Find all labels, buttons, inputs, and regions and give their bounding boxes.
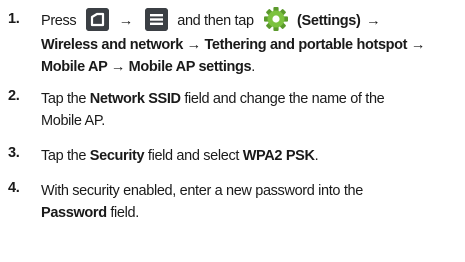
step-1-path-line-3: Mobile AP → Mobile AP settings bbox=[41, 59, 252, 75]
step-4-bold: Password bbox=[41, 205, 107, 221]
step-1-arrow-1: → bbox=[118, 12, 134, 29]
instruction-page: 1. Press → and then tap (Settings) → Wir… bbox=[0, 0, 465, 262]
step-2-bold: Network SSID bbox=[89, 91, 181, 107]
step-4-line-1-text: With security enabled, enter a new passw… bbox=[41, 183, 363, 199]
menu-key-icon bbox=[144, 7, 168, 31]
step-3-bold-1: Security bbox=[89, 148, 145, 164]
step-1-settings-label: Settings bbox=[301, 12, 357, 29]
step-4-text: With security enabled, enter a new passw… bbox=[41, 180, 461, 224]
step-2: 2. Tap the Network SSID field and change… bbox=[8, 88, 461, 132]
step-1-line-2: Wireless and network → Tethering and por… bbox=[41, 34, 461, 56]
step-4-line-2: Password field. bbox=[41, 202, 461, 224]
step-1: 1. Press → and then tap (Settings) → Wir… bbox=[8, 6, 461, 78]
step-number: 1. bbox=[8, 11, 20, 27]
step-1-line-1: Press → and then tap (Settings) → bbox=[41, 6, 461, 34]
step-2-pre: Tap the bbox=[41, 91, 90, 107]
step-number: 2. bbox=[8, 88, 20, 104]
step-3-text: Tap the Security field and select WPA2 P… bbox=[41, 145, 461, 167]
step-3: 3. Tap the Security field and select WPA… bbox=[8, 145, 461, 167]
step-number: 4. bbox=[8, 180, 20, 196]
step-1-settings-paren-close: ) bbox=[355, 12, 361, 29]
step-2-line-2: Mobile AP. bbox=[41, 110, 461, 132]
step-2-line-1: Tap the Network SSID field and change th… bbox=[41, 88, 461, 110]
step-3-pre: Tap the bbox=[41, 148, 90, 164]
step-1-path-line-2: Wireless and network → Tethering and por… bbox=[41, 37, 425, 53]
step-2-text: Tap the Network SSID field and change th… bbox=[41, 88, 461, 132]
step-number: 3. bbox=[8, 145, 20, 161]
home-key-icon bbox=[86, 7, 110, 31]
step-4-post: field. bbox=[106, 205, 139, 221]
settings-gear-icon bbox=[263, 6, 289, 32]
step-1-then-tap: and then tap bbox=[177, 12, 254, 29]
step-1-press: Press bbox=[41, 12, 77, 29]
step-3-mid: field and select bbox=[144, 148, 243, 164]
step-4: 4. With security enabled, enter a new pa… bbox=[8, 180, 461, 224]
step-4-line-1: With security enabled, enter a new passw… bbox=[41, 180, 461, 202]
step-3-post: . bbox=[314, 148, 319, 164]
step-1-period: . bbox=[251, 59, 255, 75]
step-1-line-3: Mobile AP → Mobile AP settings. bbox=[41, 56, 461, 78]
step-2-post-1: field and change the name of the bbox=[180, 91, 385, 107]
step-1-text: Press → and then tap (Settings) → Wirele… bbox=[41, 6, 461, 78]
step-3-line-1: Tap the Security field and select WPA2 P… bbox=[41, 145, 461, 167]
step-2-post-2: Mobile AP. bbox=[41, 113, 105, 129]
step-3-bold-2: WPA2 PSK bbox=[242, 148, 315, 164]
step-1-arrow-2: → bbox=[366, 12, 381, 29]
